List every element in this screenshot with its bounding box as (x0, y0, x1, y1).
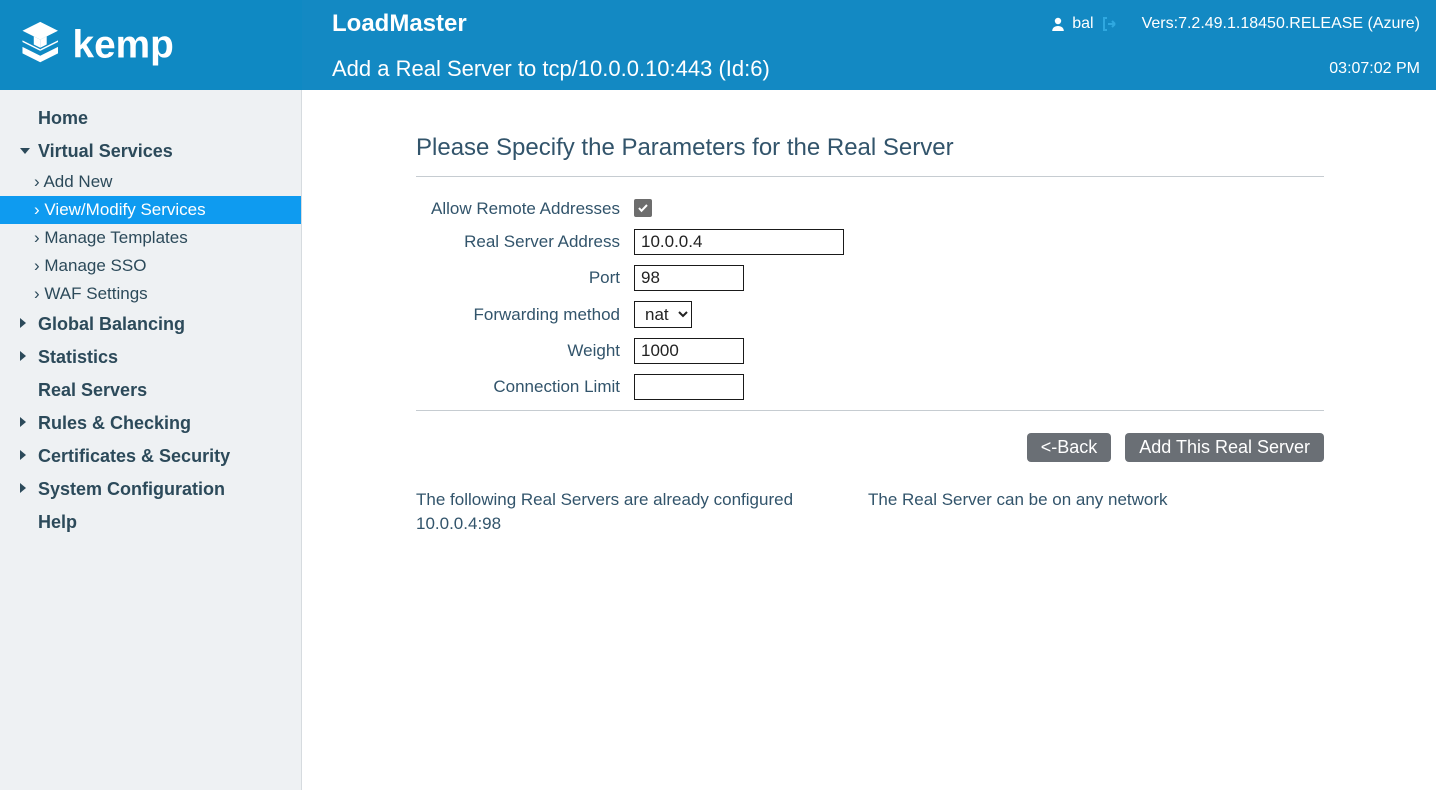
nav-rules-checking-label: Rules & Checking (38, 413, 191, 433)
nav-manage-templates[interactable]: Manage Templates (0, 224, 301, 252)
label-forwarding: Forwarding method (416, 305, 634, 325)
nav-global-balancing[interactable]: Global Balancing (0, 308, 301, 341)
real-server-address-input[interactable] (634, 229, 844, 255)
logo-cell: kemp (0, 0, 302, 90)
nav-manage-sso[interactable]: Manage SSO (0, 252, 301, 280)
connection-limit-input[interactable] (634, 374, 744, 400)
label-weight: Weight (416, 341, 634, 361)
add-real-server-button[interactable]: Add This Real Server (1125, 433, 1324, 462)
network-note: The Real Server can be on any network (868, 490, 1324, 510)
label-allow-remote: Allow Remote Addresses (416, 199, 634, 219)
nav-global-balancing-label: Global Balancing (38, 314, 185, 334)
nav-certs-security-label: Certificates & Security (38, 446, 230, 466)
divider (416, 410, 1324, 411)
nav-system-config-label: System Configuration (38, 479, 225, 499)
sidebar: Home Virtual Services Add New View/Modif… (0, 90, 302, 790)
caret-down-icon (20, 148, 30, 154)
weight-input[interactable] (634, 338, 744, 364)
caret-right-icon (20, 417, 26, 427)
svg-text:kemp: kemp (73, 23, 174, 66)
port-input[interactable] (634, 265, 744, 291)
forwarding-method-select[interactable]: nat (634, 301, 692, 328)
nav-real-servers[interactable]: Real Servers (0, 374, 301, 407)
page-subtitle: Add a Real Server to tcp/10.0.0.10:443 (… (332, 56, 1329, 82)
version-string: Vers:7.2.49.1.18450.RELEASE (Azure) (1142, 15, 1420, 33)
header-right: LoadMaster bal Vers:7.2.49.1.18450.RELEA… (302, 0, 1436, 90)
nav-add-new[interactable]: Add New (0, 168, 301, 196)
divider (416, 176, 1324, 177)
notes-row: The following Real Servers are already c… (416, 490, 1324, 534)
nav-system-config[interactable]: System Configuration (0, 473, 301, 506)
nav-statistics[interactable]: Statistics (0, 341, 301, 374)
caret-right-icon (20, 351, 26, 361)
header-clock: 03:07:02 PM (1329, 60, 1420, 78)
back-button[interactable]: <-Back (1027, 433, 1112, 462)
real-server-form: Allow Remote Addresses Real Server Addre… (416, 199, 1324, 400)
configured-entry: 10.0.0.4:98 (416, 514, 868, 534)
caret-right-icon (20, 483, 26, 493)
nav-home[interactable]: Home (0, 102, 301, 135)
nav-statistics-label: Statistics (38, 347, 118, 367)
nav-waf-settings[interactable]: WAF Settings (0, 280, 301, 308)
product-title: LoadMaster (332, 10, 1050, 38)
main-content: Please Specify the Parameters for the Re… (302, 90, 1436, 790)
nav-help[interactable]: Help (0, 506, 301, 539)
allow-remote-checkbox[interactable] (634, 199, 652, 217)
nav-rules-checking[interactable]: Rules & Checking (0, 407, 301, 440)
caret-right-icon (20, 450, 26, 460)
caret-right-icon (20, 318, 26, 328)
check-icon (637, 202, 649, 214)
nav-certs-security[interactable]: Certificates & Security (0, 440, 301, 473)
username: bal (1072, 15, 1093, 33)
user-icon (1050, 16, 1066, 32)
configured-header: The following Real Servers are already c… (416, 490, 868, 510)
nav-virtual-services[interactable]: Virtual Services (0, 135, 301, 168)
button-bar: <-Back Add This Real Server (416, 433, 1324, 462)
label-conn-limit: Connection Limit (416, 377, 634, 397)
nav-view-modify-services[interactable]: View/Modify Services (0, 196, 301, 224)
top-bar: kemp LoadMaster bal Vers:7.2.49.1.18450.… (0, 0, 1436, 90)
label-address: Real Server Address (416, 232, 634, 252)
page-title: Please Specify the Parameters for the Re… (416, 134, 1436, 162)
label-port: Port (416, 268, 634, 288)
logout-icon[interactable] (1100, 15, 1118, 33)
kemp-logo-icon: kemp (16, 17, 226, 74)
nav-virtual-services-label: Virtual Services (38, 141, 173, 161)
